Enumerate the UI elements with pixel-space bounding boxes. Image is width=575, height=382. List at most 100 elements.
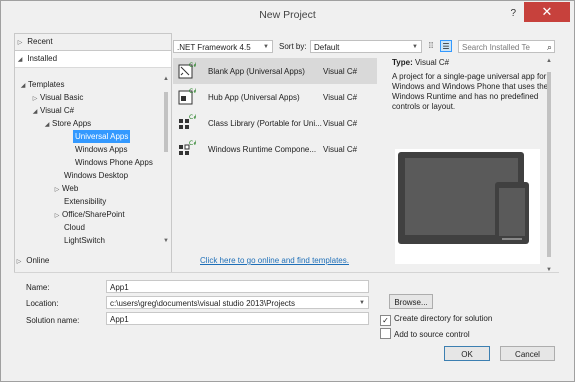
- list-view-button[interactable]: ☰: [440, 40, 452, 52]
- template-name: Class Library (Portable for Uni...: [208, 119, 322, 128]
- svg-text:C#: C#: [189, 88, 196, 95]
- create-directory-label: Create directory for solution: [394, 314, 493, 323]
- expand-icon: ▷: [54, 213, 60, 219]
- scroll-up-icon[interactable]: ▲: [546, 58, 552, 64]
- scroll-down-icon[interactable]: ▼: [163, 238, 169, 244]
- search-templates-input[interactable]: Search Installed Te ⌕: [458, 40, 555, 53]
- search-icon[interactable]: ⌕: [547, 41, 552, 52]
- tree-item-windows-apps[interactable]: Windows Apps: [75, 143, 127, 156]
- blank-app-icon: C#: [178, 62, 196, 79]
- tree-item-store-apps[interactable]: ◢ Store Apps: [42, 117, 91, 130]
- chevron-down-icon: ▼: [412, 44, 418, 50]
- tree-item-label: Visual C#: [40, 106, 75, 115]
- installed-label: Installed: [27, 54, 58, 63]
- sort-value: Default: [314, 43, 340, 52]
- framework-value: .NET Framework 4.5: [177, 43, 251, 52]
- tree-item-office-sharepoint[interactable]: ▷ Office/SharePoint: [52, 208, 125, 221]
- close-button[interactable]: ✕: [524, 2, 570, 22]
- recent-label: Recent: [27, 37, 53, 46]
- template-item-hub-app[interactable]: C# Hub App (Universal Apps) Visual C#: [173, 84, 377, 110]
- runtime-component-icon: C#: [179, 140, 196, 155]
- chevron-down-icon: ▼: [263, 44, 269, 50]
- ok-button[interactable]: OK: [444, 346, 490, 361]
- type-label: Type:: [392, 58, 413, 67]
- location-input[interactable]: c:\users\greg\documents\visual studio 20…: [106, 296, 369, 309]
- tree-item-label: Templates: [28, 80, 65, 89]
- framework-select[interactable]: .NET Framework 4.5 ▼: [173, 40, 273, 53]
- tree-item-windows-desktop[interactable]: Windows Desktop: [64, 169, 128, 182]
- template-type: Type: Visual C#: [392, 58, 552, 67]
- type-value: Visual C#: [414, 58, 450, 67]
- tree-item-visual-basic[interactable]: ▷ Visual Basic: [30, 91, 84, 104]
- grid-icon: ⁞⁞: [428, 41, 434, 50]
- sort-by-label: Sort by:: [279, 42, 307, 51]
- tree-item-label: Office/SharePoint: [62, 210, 125, 219]
- divider: [14, 272, 559, 273]
- expand-icon: ▷: [17, 40, 23, 46]
- tree-item-label: Web: [62, 184, 79, 193]
- tree-item-label: Visual Basic: [40, 93, 84, 102]
- scroll-thumb[interactable]: [547, 72, 551, 257]
- scroll-thumb[interactable]: [164, 92, 168, 152]
- tree-item-windows-phone-apps[interactable]: Windows Phone Apps: [75, 156, 153, 169]
- location-label: Location:: [26, 299, 59, 308]
- small-icons-view-button[interactable]: ⁞⁞: [425, 40, 437, 52]
- template-item-windows-runtime-component[interactable]: C# Windows Runtime Compone... Visual C#: [173, 136, 377, 162]
- solution-name-input[interactable]: App1: [106, 312, 369, 325]
- template-language: Visual C#: [323, 119, 358, 128]
- expand-icon: ▷: [54, 187, 60, 193]
- categories-scrollbar[interactable]: ▲ ▼: [163, 76, 169, 244]
- installed-section[interactable]: ◢ Installed: [15, 51, 171, 68]
- svg-text:C#: C#: [189, 140, 196, 147]
- name-label: Name:: [26, 283, 50, 292]
- project-name-input[interactable]: App1: [106, 280, 369, 293]
- template-description: Type: Visual C# A project for a single-p…: [392, 58, 552, 112]
- template-item-blank-app[interactable]: C# Blank App (Universal Apps) Visual C#: [173, 58, 377, 84]
- template-language: Visual C#: [323, 145, 358, 154]
- chevron-down-icon[interactable]: ▼: [359, 297, 365, 308]
- scroll-up-icon[interactable]: ▲: [163, 76, 169, 82]
- collapse-icon: ◢: [20, 83, 26, 89]
- tree-item-templates[interactable]: ◢ Templates: [18, 78, 65, 91]
- solution-name-label: Solution name:: [26, 316, 80, 325]
- create-directory-checkbox[interactable]: ✓ Create directory for solution: [380, 314, 492, 326]
- browse-button[interactable]: Browse...: [389, 294, 433, 309]
- title-bar: New Project ? ✕: [1, 1, 574, 31]
- tree-item-universal-apps[interactable]: Universal Apps: [73, 130, 131, 143]
- add-source-control-checkbox[interactable]: Add to source control: [380, 328, 470, 339]
- cancel-button[interactable]: Cancel: [500, 346, 555, 361]
- description-text: A project for a single-page universal ap…: [392, 72, 549, 111]
- list-icon: ☰: [442, 42, 450, 51]
- sort-select[interactable]: Default ▼: [310, 40, 422, 53]
- description-scrollbar[interactable]: ▲ ▼: [545, 58, 554, 273]
- template-name: Windows Runtime Compone...: [208, 145, 317, 154]
- recent-section[interactable]: ▷ Recent: [15, 34, 171, 51]
- tree-item-extensibility[interactable]: Extensibility: [64, 195, 106, 208]
- search-placeholder: Search Installed Te: [462, 43, 530, 52]
- add-source-control-label: Add to source control: [394, 330, 470, 339]
- svg-text:C#: C#: [189, 62, 196, 69]
- help-button[interactable]: ?: [510, 8, 516, 19]
- template-name: Blank App (Universal Apps): [208, 67, 305, 76]
- tree-item-label: Store Apps: [52, 119, 92, 128]
- template-language: Visual C#: [323, 93, 358, 102]
- tree-item-cloud[interactable]: Cloud: [64, 221, 85, 234]
- template-item-class-library[interactable]: C# Class Library (Portable for Uni... Vi…: [173, 110, 377, 136]
- class-library-icon: C#: [179, 114, 196, 129]
- online-section[interactable]: ▷ Online: [14, 256, 50, 265]
- collapse-icon: ◢: [17, 57, 23, 63]
- tree-item-web[interactable]: ▷ Web: [52, 182, 79, 195]
- checkbox-empty-icon[interactable]: [380, 328, 391, 339]
- collapse-icon: ◢: [32, 109, 38, 115]
- collapse-icon: ◢: [44, 122, 50, 128]
- location-value: c:\users\greg\documents\visual studio 20…: [110, 299, 295, 308]
- template-categories-pane: ▷ Recent ◢ Installed ◢ Templates ▷ Visual …: [14, 33, 172, 273]
- template-preview-image: [395, 149, 540, 264]
- tree-item-lightswitch[interactable]: LightSwitch: [64, 234, 105, 247]
- checkmark-icon[interactable]: ✓: [380, 315, 391, 326]
- template-toolbar: .NET Framework 4.5 ▼ Sort by: Default ▼ ⁞⁞…: [173, 38, 555, 55]
- find-templates-online-link[interactable]: Click here to go online and find templat…: [200, 256, 349, 265]
- tree-item-visual-csharp[interactable]: ◢ Visual C#: [30, 104, 74, 117]
- svg-text:C#: C#: [189, 114, 196, 121]
- hub-app-icon: C#: [178, 88, 196, 105]
